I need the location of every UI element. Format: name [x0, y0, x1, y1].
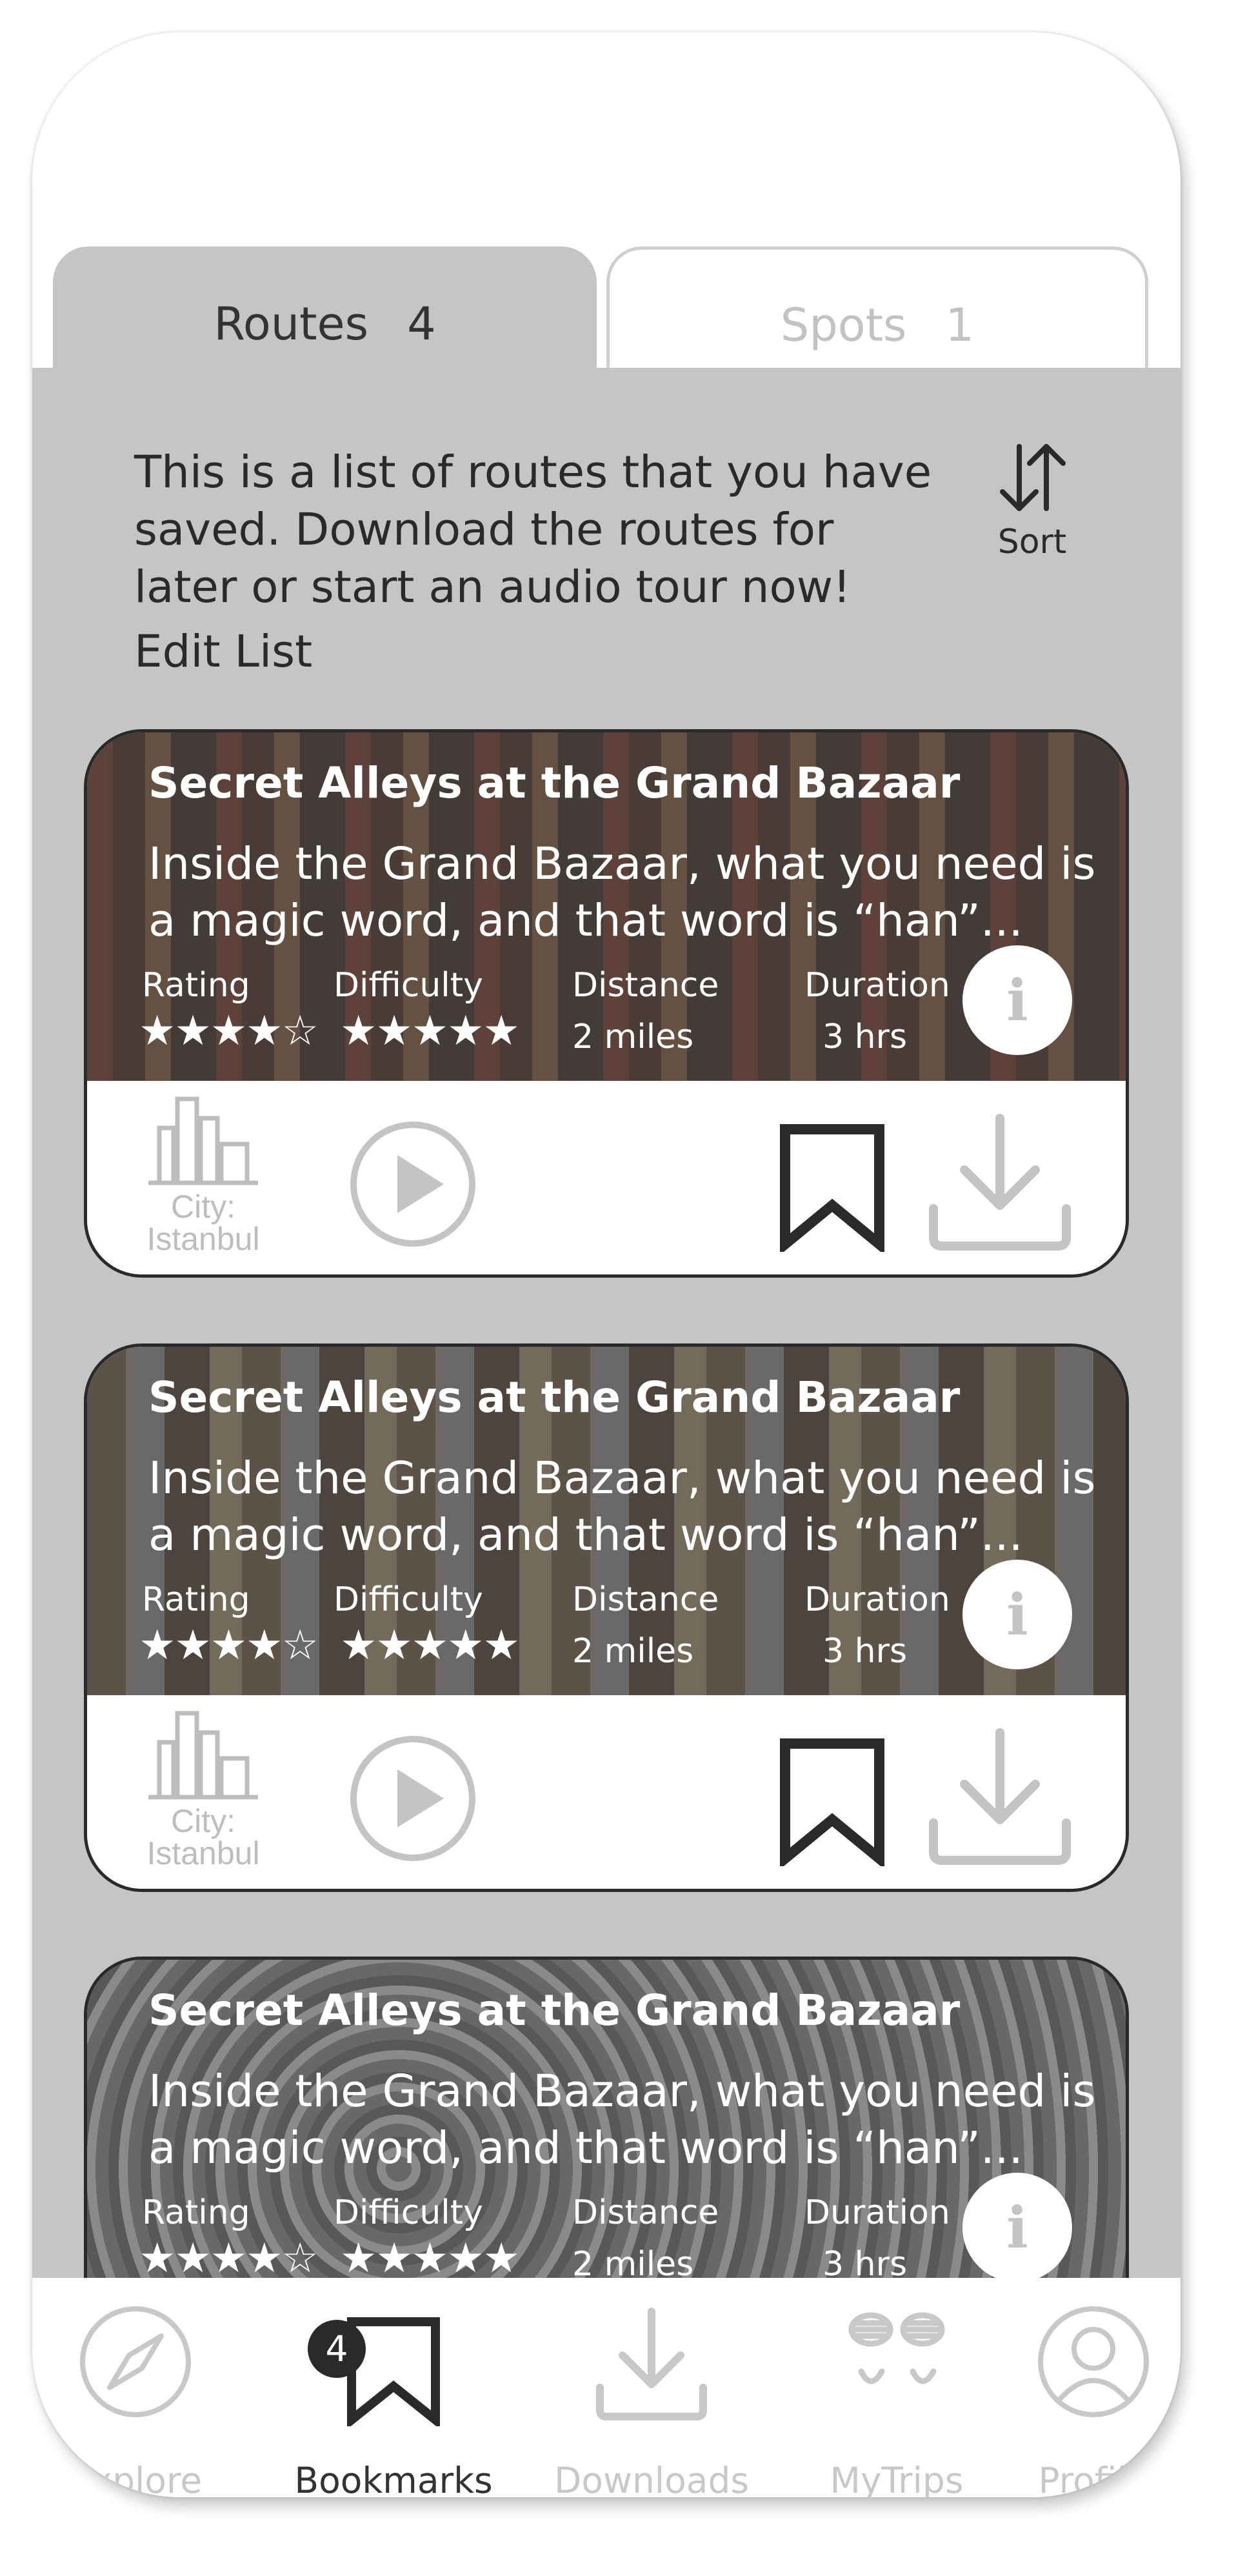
bookmarks-count-badge: 4 — [308, 2320, 366, 2378]
footprints-icon — [848, 2312, 945, 2384]
rating-label: Rating — [142, 966, 250, 1005]
city-badge: City: Istanbul — [139, 1092, 268, 1257]
edit-list-button[interactable]: Edit List — [134, 626, 312, 678]
nav-label-mytrips: MyTrips — [830, 2460, 964, 2497]
distance-label: Distance — [572, 966, 719, 1005]
info-button[interactable]: i — [962, 1560, 1072, 1669]
city-badge: City: Istanbul — [139, 1707, 268, 1871]
sort-icon — [1000, 444, 1066, 511]
user-icon — [1038, 2306, 1149, 2417]
phone-frame: Routes 4 Spots 1 This is a list of route… — [32, 32, 1181, 2497]
city-name: Istanbul — [146, 1221, 260, 1257]
compass-icon — [80, 2306, 191, 2417]
route-card-image: Secret Alleys at the Grand Bazaar Inside… — [87, 1960, 1126, 2278]
city-icon — [148, 1711, 258, 1800]
distance-label: Distance — [572, 2193, 719, 2232]
route-title: Secret Alleys at the Grand Bazaar — [148, 758, 961, 808]
nav-label-explore: Explore — [68, 2460, 203, 2497]
route-card[interactable]: Secret Alleys at the Grand Bazaar Inside… — [84, 1957, 1129, 2278]
duration-label: Duration — [804, 1580, 950, 1619]
difficulty-stars: ★★★★★ — [340, 1622, 520, 1669]
rating-label: Rating — [142, 2193, 250, 2232]
route-card-actions: City: Istanbul — [87, 1695, 1126, 1889]
duration-value: 3 hrs — [822, 1018, 908, 1056]
duration-label: Duration — [804, 966, 950, 1005]
difficulty-label: Difficulty — [334, 1580, 483, 1619]
intro-text: This is a list of routes that you have s… — [134, 447, 932, 613]
route-title: Secret Alleys at the Grand Bazaar — [148, 1373, 961, 1422]
distance-value: 2 miles — [572, 1632, 694, 1671]
distance-label: Distance — [572, 1580, 719, 1619]
difficulty-stars: ★★★★★ — [340, 1007, 520, 1055]
sort-button[interactable]: Sort — [981, 439, 1084, 561]
route-card-image: Secret Alleys at the Grand Bazaar Inside… — [87, 732, 1126, 1081]
rating-stars: ★★★★☆ — [139, 1622, 319, 1669]
rating-stars: ★★★★☆ — [139, 2235, 319, 2278]
city-label: City: — [171, 1189, 235, 1225]
route-card-actions: City: Istanbul — [87, 1081, 1126, 1274]
info-button[interactable]: i — [962, 2173, 1072, 2278]
city-name: Istanbul — [146, 1835, 260, 1871]
sort-label: Sort — [997, 523, 1067, 561]
city-icon — [148, 1096, 258, 1185]
bookmark-icon[interactable] — [777, 1737, 887, 1866]
bookmark-icon[interactable] — [777, 1123, 887, 1252]
route-card[interactable]: Secret Alleys at the Grand Bazaar Inside… — [84, 1343, 1129, 1892]
play-icon[interactable] — [348, 1120, 477, 1249]
info-button[interactable]: i — [962, 945, 1072, 1055]
distance-value: 2 miles — [572, 2245, 694, 2278]
tab-spots-count: 1 — [945, 298, 975, 352]
download-icon[interactable] — [926, 1726, 1074, 1868]
bottom-nav: Explore Bookmarks 4 Downloads MyTrips Pr… — [32, 2278, 1181, 2497]
duration-label: Duration — [804, 2193, 950, 2232]
route-description: Inside the Grand Bazaar, what you need i… — [148, 2066, 1096, 2174]
difficulty-stars: ★★★★★ — [340, 2235, 520, 2278]
duration-value: 3 hrs — [822, 1632, 908, 1671]
route-card-image: Secret Alleys at the Grand Bazaar Inside… — [87, 1347, 1126, 1695]
route-description: Inside the Grand Bazaar, what you need i… — [148, 838, 1096, 947]
route-card[interactable]: Secret Alleys at the Grand Bazaar Inside… — [84, 729, 1129, 1278]
rating-stars: ★★★★☆ — [139, 1007, 319, 1055]
duration-value: 3 hrs — [822, 2245, 908, 2278]
tab-routes-count: 4 — [407, 297, 436, 350]
route-description: Inside the Grand Bazaar, what you need i… — [148, 1453, 1096, 1561]
download-icon — [596, 2308, 707, 2420]
tab-spots-label: Spots — [780, 298, 907, 352]
routes-panel: This is a list of routes that you have s… — [32, 368, 1181, 2278]
difficulty-label: Difficulty — [334, 966, 483, 1005]
distance-value: 2 miles — [572, 1018, 694, 1056]
route-title: Secret Alleys at the Grand Bazaar — [148, 1986, 961, 2035]
download-icon[interactable] — [926, 1112, 1074, 1254]
nav-label-bookmarks: Bookmarks — [294, 2460, 493, 2497]
nav-label-downloads: Downloads — [553, 2460, 750, 2497]
play-icon[interactable] — [348, 1734, 477, 1863]
difficulty-label: Difficulty — [334, 2193, 483, 2232]
rating-label: Rating — [142, 1580, 250, 1619]
nav-label-profile: Profile — [1038, 2460, 1149, 2497]
city-label: City: — [171, 1803, 235, 1839]
tab-routes-label: Routes — [214, 297, 369, 350]
